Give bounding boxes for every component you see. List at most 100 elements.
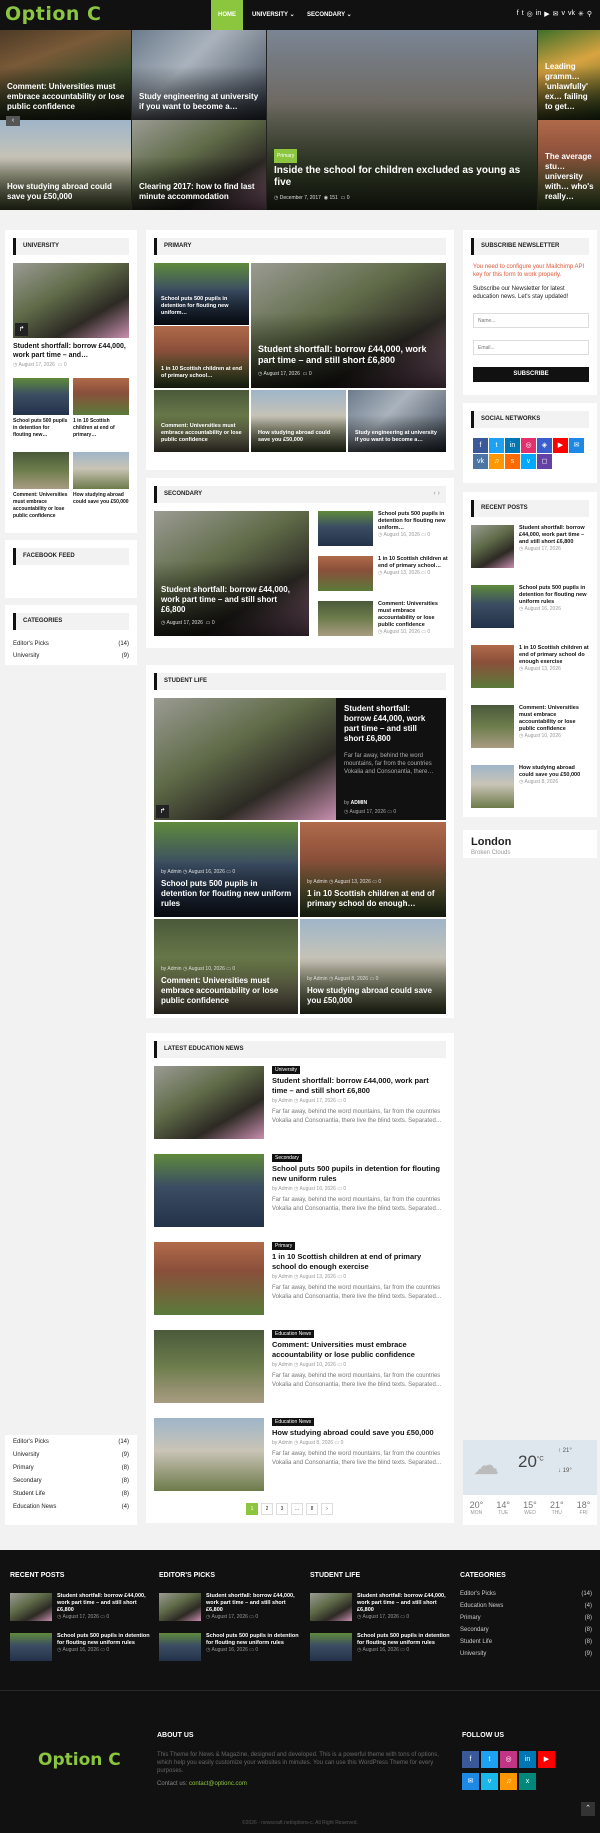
post-thumbnail[interactable] bbox=[13, 452, 69, 489]
hero-title[interactable]: The average stu… university with… who's … bbox=[545, 152, 594, 202]
instagram-icon[interactable]: ◎ bbox=[527, 10, 533, 18]
category-item[interactable]: Education News (4) bbox=[13, 1504, 129, 1510]
linkedin-icon[interactable]: in bbox=[519, 1751, 536, 1768]
linkedin-icon[interactable]: in bbox=[505, 438, 520, 453]
category-item[interactable]: Secondary (8) bbox=[13, 1478, 129, 1484]
recent-post[interactable]: Student shortfall: borrow £44,000, work … bbox=[519, 525, 589, 552]
post-tile[interactable]: by Admin ◷ August 13, 2026 ▭ 01 in 10 Sc… bbox=[300, 822, 446, 917]
post-title[interactable]: Student shortfall: borrow £44,000, work … bbox=[13, 342, 131, 360]
footer-post[interactable]: Student shortfall: borrow £44,000, work … bbox=[159, 1593, 299, 1621]
instagram-icon[interactable]: ◎ bbox=[500, 1751, 517, 1768]
hero-title[interactable]: Inside the school for children excluded … bbox=[274, 165, 520, 188]
footer-post[interactable]: School puts 500 pupils in detention for … bbox=[159, 1633, 299, 1661]
hero-title[interactable]: Leading gramm… 'unlawfully' ex… failing … bbox=[545, 62, 594, 112]
footer-logo[interactable]: Option C bbox=[38, 1750, 121, 1770]
post-thumbnail[interactable] bbox=[154, 1066, 264, 1139]
post-thumbnail[interactable] bbox=[154, 1242, 264, 1315]
post-tile[interactable]: by Admin ◷ August 16, 2026 ▭ 0 School put… bbox=[154, 822, 298, 917]
news-item[interactable]: Primary 1 in 10 Scottish children at end… bbox=[272, 1242, 446, 1302]
post-title[interactable]: School puts 500 pupils in detention for … bbox=[13, 418, 69, 439]
post-thumbnail[interactable] bbox=[154, 1154, 264, 1227]
delicious-icon[interactable]: ◈ bbox=[537, 438, 552, 453]
news-item[interactable]: Education News Comment: Universities mus… bbox=[272, 1330, 446, 1390]
footer-category-item[interactable]: Primary (8) bbox=[460, 1615, 592, 1621]
email-icon[interactable]: ✉ bbox=[462, 1773, 479, 1790]
footer-category-item[interactable]: University (9) bbox=[460, 1651, 592, 1657]
nav-university[interactable]: UNIVERSITY ⌄ bbox=[252, 0, 295, 30]
post-thumbnail[interactable] bbox=[318, 601, 373, 636]
vk-icon[interactable]: vk bbox=[473, 454, 488, 469]
slider-prev-button[interactable]: ‹ bbox=[6, 116, 20, 126]
footer-category-item[interactable]: Editor's Picks (14) bbox=[460, 1591, 592, 1597]
footer-post[interactable]: Student shortfall: borrow £44,000, work … bbox=[10, 1593, 150, 1621]
codepen-icon[interactable]: ✳ bbox=[578, 10, 584, 18]
email-icon[interactable]: ✉ bbox=[569, 438, 584, 453]
post-thumbnail[interactable]: ↱ bbox=[13, 263, 129, 338]
post-thumbnail[interactable] bbox=[154, 1418, 264, 1491]
facebook-icon[interactable]: f bbox=[517, 10, 519, 18]
page-link[interactable]: 2 bbox=[261, 1503, 273, 1515]
post-tile[interactable]: Study engineering at university if you w… bbox=[348, 390, 446, 452]
youtube-icon[interactable]: ▶ bbox=[553, 438, 568, 453]
post-title[interactable]: 1 in 10 Scottish children at end of prim… bbox=[73, 418, 129, 439]
hero-title[interactable]: Clearing 2017: how to find last minute a… bbox=[139, 182, 260, 202]
post-tile[interactable]: 1 in 10 Scottish children at end of prim… bbox=[154, 326, 249, 388]
email-icon[interactable]: ✉ bbox=[553, 10, 559, 18]
twitter-icon[interactable]: t bbox=[522, 10, 524, 18]
recent-post[interactable]: School puts 500 pupils in detention for … bbox=[519, 585, 589, 612]
soundcloud-icon[interactable]: ♫ bbox=[500, 1773, 517, 1790]
share-icon[interactable]: ↱ bbox=[15, 323, 28, 336]
post-tile[interactable]: How studying abroad could save you £50,0… bbox=[251, 390, 346, 452]
twitter-icon[interactable]: t bbox=[489, 438, 504, 453]
page-link[interactable]: 8 bbox=[306, 1503, 318, 1515]
category-item[interactable]: Editor's Picks (14) bbox=[13, 1439, 129, 1445]
post-tile-featured[interactable]: Student shortfall: borrow £44,000, work … bbox=[251, 263, 446, 388]
category-item[interactable]: Primary (8) bbox=[13, 1465, 129, 1471]
post-thumbnail[interactable] bbox=[318, 511, 373, 546]
instagram-icon[interactable]: ◎ bbox=[521, 438, 536, 453]
subscribe-button[interactable]: SUBSCRIBE bbox=[473, 367, 589, 382]
twitter-icon[interactable]: t bbox=[481, 1751, 498, 1768]
facebook-icon[interactable]: f bbox=[462, 1751, 479, 1768]
post-title[interactable]: Comment: Universities must embrace accou… bbox=[13, 492, 69, 520]
hero-title[interactable]: Study engineering at university if you w… bbox=[139, 92, 260, 112]
news-item[interactable]: Education News How studying abroad could… bbox=[272, 1418, 446, 1468]
vk-icon[interactable]: vk bbox=[568, 10, 575, 18]
name-input[interactable] bbox=[473, 313, 589, 328]
post-tile[interactable]: School puts 500 pupils in detention for … bbox=[154, 263, 249, 325]
post-thumbnail[interactable] bbox=[471, 525, 514, 568]
twitch-icon[interactable]: ◻ bbox=[537, 454, 552, 469]
post-thumbnail[interactable] bbox=[154, 1330, 264, 1403]
contact-email-link[interactable]: contact@optionc.com bbox=[189, 1781, 247, 1787]
vimeo-icon[interactable]: v bbox=[561, 10, 565, 18]
category-badge[interactable]: Primary bbox=[274, 149, 298, 163]
youtube-icon[interactable]: ▶ bbox=[538, 1751, 555, 1768]
recent-post[interactable]: Comment: Universities must embrace accou… bbox=[519, 705, 589, 739]
hero-title[interactable]: Comment: Universities must embrace accou… bbox=[7, 82, 125, 112]
post-thumbnail[interactable] bbox=[13, 378, 69, 415]
post-thumbnail[interactable] bbox=[318, 556, 373, 591]
post-thumbnail[interactable]: ↱ bbox=[154, 698, 336, 820]
post-thumbnail[interactable] bbox=[471, 645, 514, 688]
post-thumbnail[interactable] bbox=[471, 585, 514, 628]
post-thumbnail[interactable] bbox=[73, 378, 129, 415]
hero-tile[interactable]: How studying abroad could save you £50,0… bbox=[0, 120, 131, 210]
youtube-icon[interactable]: ▶ bbox=[544, 10, 549, 18]
category-item[interactable]: University (9) bbox=[13, 653, 129, 659]
post-tile-featured[interactable]: Student shortfall: borrow £44,000, work … bbox=[154, 511, 309, 636]
footer-category-item[interactable]: Student Life (8) bbox=[460, 1639, 592, 1645]
footer-post[interactable]: Student shortfall: borrow £44,000, work … bbox=[310, 1593, 450, 1621]
footer-category-item[interactable]: Secondary (8) bbox=[460, 1627, 592, 1633]
site-logo[interactable]: Option C bbox=[5, 3, 102, 25]
facebook-icon[interactable]: f bbox=[473, 438, 488, 453]
post-thumbnail[interactable] bbox=[471, 705, 514, 748]
share-icon[interactable]: ↱ bbox=[156, 805, 169, 818]
linkedin-icon[interactable]: in bbox=[536, 10, 541, 18]
post-tile[interactable]: Comment: Universities must embrace accou… bbox=[154, 390, 249, 452]
post-thumbnail[interactable] bbox=[471, 765, 514, 808]
vimeo-icon[interactable]: v bbox=[481, 1773, 498, 1790]
page-link[interactable]: 1 bbox=[246, 1503, 258, 1515]
hero-featured[interactable]: Primary Inside the school for children e… bbox=[267, 30, 537, 210]
recent-post[interactable]: How studying abroad could save you £50,0… bbox=[519, 765, 589, 785]
nav-secondary[interactable]: SECONDARY ⌄ bbox=[307, 0, 352, 30]
